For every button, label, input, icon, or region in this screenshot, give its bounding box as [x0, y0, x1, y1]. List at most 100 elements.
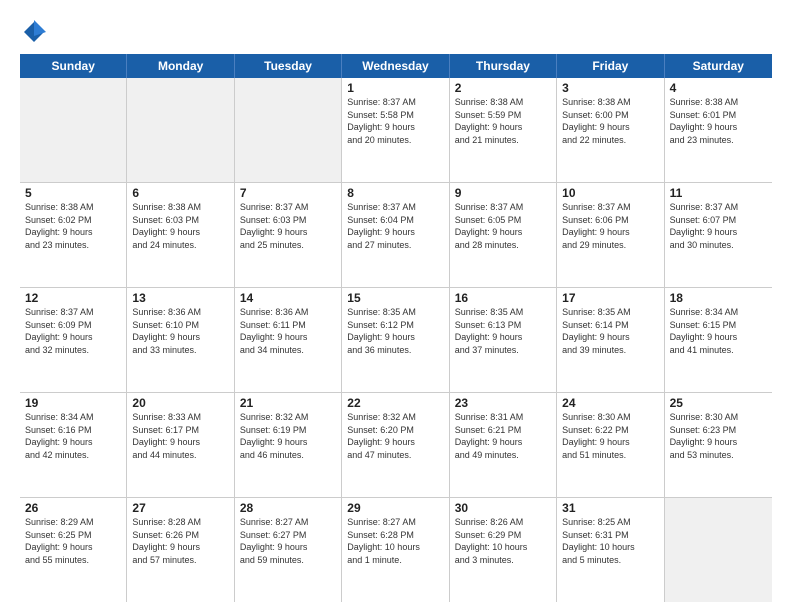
- calendar-header-row: SundayMondayTuesdayWednesdayThursdayFrid…: [20, 54, 772, 78]
- day-cell-22: 22Sunrise: 8:32 AM Sunset: 6:20 PM Dayli…: [342, 393, 449, 497]
- day-info: Sunrise: 8:33 AM Sunset: 6:17 PM Dayligh…: [132, 411, 228, 461]
- day-info: Sunrise: 8:38 AM Sunset: 5:59 PM Dayligh…: [455, 96, 551, 146]
- day-number: 2: [455, 81, 551, 95]
- day-number: 21: [240, 396, 336, 410]
- calendar-row-0: 1Sunrise: 8:37 AM Sunset: 5:58 PM Daylig…: [20, 78, 772, 183]
- day-number: 11: [670, 186, 767, 200]
- day-cell-23: 23Sunrise: 8:31 AM Sunset: 6:21 PM Dayli…: [450, 393, 557, 497]
- day-cell-16: 16Sunrise: 8:35 AM Sunset: 6:13 PM Dayli…: [450, 288, 557, 392]
- calendar-row-4: 26Sunrise: 8:29 AM Sunset: 6:25 PM Dayli…: [20, 498, 772, 602]
- day-cell-20: 20Sunrise: 8:33 AM Sunset: 6:17 PM Dayli…: [127, 393, 234, 497]
- day-info: Sunrise: 8:32 AM Sunset: 6:20 PM Dayligh…: [347, 411, 443, 461]
- header-day-monday: Monday: [127, 54, 234, 78]
- header: [20, 18, 772, 46]
- day-info: Sunrise: 8:37 AM Sunset: 6:03 PM Dayligh…: [240, 201, 336, 251]
- day-info: Sunrise: 8:34 AM Sunset: 6:15 PM Dayligh…: [670, 306, 767, 356]
- empty-cell-0-1: [127, 78, 234, 182]
- day-cell-14: 14Sunrise: 8:36 AM Sunset: 6:11 PM Dayli…: [235, 288, 342, 392]
- day-info: Sunrise: 8:26 AM Sunset: 6:29 PM Dayligh…: [455, 516, 551, 566]
- day-info: Sunrise: 8:38 AM Sunset: 6:03 PM Dayligh…: [132, 201, 228, 251]
- day-info: Sunrise: 8:38 AM Sunset: 6:01 PM Dayligh…: [670, 96, 767, 146]
- day-info: Sunrise: 8:37 AM Sunset: 6:06 PM Dayligh…: [562, 201, 658, 251]
- empty-cell-4-6: [665, 498, 772, 602]
- day-number: 16: [455, 291, 551, 305]
- calendar-row-3: 19Sunrise: 8:34 AM Sunset: 6:16 PM Dayli…: [20, 393, 772, 498]
- day-info: Sunrise: 8:38 AM Sunset: 6:02 PM Dayligh…: [25, 201, 121, 251]
- header-day-wednesday: Wednesday: [342, 54, 449, 78]
- day-info: Sunrise: 8:31 AM Sunset: 6:21 PM Dayligh…: [455, 411, 551, 461]
- day-number: 8: [347, 186, 443, 200]
- day-cell-18: 18Sunrise: 8:34 AM Sunset: 6:15 PM Dayli…: [665, 288, 772, 392]
- day-number: 10: [562, 186, 658, 200]
- day-cell-28: 28Sunrise: 8:27 AM Sunset: 6:27 PM Dayli…: [235, 498, 342, 602]
- day-info: Sunrise: 8:32 AM Sunset: 6:19 PM Dayligh…: [240, 411, 336, 461]
- calendar-row-2: 12Sunrise: 8:37 AM Sunset: 6:09 PM Dayli…: [20, 288, 772, 393]
- day-number: 30: [455, 501, 551, 515]
- day-info: Sunrise: 8:34 AM Sunset: 6:16 PM Dayligh…: [25, 411, 121, 461]
- logo: [20, 18, 52, 46]
- day-info: Sunrise: 8:30 AM Sunset: 6:23 PM Dayligh…: [670, 411, 767, 461]
- day-cell-1: 1Sunrise: 8:37 AM Sunset: 5:58 PM Daylig…: [342, 78, 449, 182]
- empty-cell-0-2: [235, 78, 342, 182]
- day-info: Sunrise: 8:35 AM Sunset: 6:13 PM Dayligh…: [455, 306, 551, 356]
- day-info: Sunrise: 8:36 AM Sunset: 6:10 PM Dayligh…: [132, 306, 228, 356]
- day-number: 20: [132, 396, 228, 410]
- day-number: 4: [670, 81, 767, 95]
- day-info: Sunrise: 8:27 AM Sunset: 6:27 PM Dayligh…: [240, 516, 336, 566]
- header-day-friday: Friday: [557, 54, 664, 78]
- day-cell-15: 15Sunrise: 8:35 AM Sunset: 6:12 PM Dayli…: [342, 288, 449, 392]
- day-number: 26: [25, 501, 121, 515]
- day-number: 5: [25, 186, 121, 200]
- day-number: 3: [562, 81, 658, 95]
- day-info: Sunrise: 8:37 AM Sunset: 6:07 PM Dayligh…: [670, 201, 767, 251]
- day-cell-30: 30Sunrise: 8:26 AM Sunset: 6:29 PM Dayli…: [450, 498, 557, 602]
- day-info: Sunrise: 8:30 AM Sunset: 6:22 PM Dayligh…: [562, 411, 658, 461]
- day-cell-4: 4Sunrise: 8:38 AM Sunset: 6:01 PM Daylig…: [665, 78, 772, 182]
- day-cell-13: 13Sunrise: 8:36 AM Sunset: 6:10 PM Dayli…: [127, 288, 234, 392]
- day-number: 22: [347, 396, 443, 410]
- day-cell-26: 26Sunrise: 8:29 AM Sunset: 6:25 PM Dayli…: [20, 498, 127, 602]
- day-cell-19: 19Sunrise: 8:34 AM Sunset: 6:16 PM Dayli…: [20, 393, 127, 497]
- day-info: Sunrise: 8:37 AM Sunset: 6:04 PM Dayligh…: [347, 201, 443, 251]
- day-cell-27: 27Sunrise: 8:28 AM Sunset: 6:26 PM Dayli…: [127, 498, 234, 602]
- day-number: 6: [132, 186, 228, 200]
- day-cell-17: 17Sunrise: 8:35 AM Sunset: 6:14 PM Dayli…: [557, 288, 664, 392]
- day-info: Sunrise: 8:25 AM Sunset: 6:31 PM Dayligh…: [562, 516, 658, 566]
- day-number: 12: [25, 291, 121, 305]
- day-cell-25: 25Sunrise: 8:30 AM Sunset: 6:23 PM Dayli…: [665, 393, 772, 497]
- day-info: Sunrise: 8:28 AM Sunset: 6:26 PM Dayligh…: [132, 516, 228, 566]
- day-number: 17: [562, 291, 658, 305]
- day-info: Sunrise: 8:35 AM Sunset: 6:12 PM Dayligh…: [347, 306, 443, 356]
- day-cell-8: 8Sunrise: 8:37 AM Sunset: 6:04 PM Daylig…: [342, 183, 449, 287]
- day-info: Sunrise: 8:29 AM Sunset: 6:25 PM Dayligh…: [25, 516, 121, 566]
- day-number: 19: [25, 396, 121, 410]
- day-cell-5: 5Sunrise: 8:38 AM Sunset: 6:02 PM Daylig…: [20, 183, 127, 287]
- day-cell-9: 9Sunrise: 8:37 AM Sunset: 6:05 PM Daylig…: [450, 183, 557, 287]
- day-cell-10: 10Sunrise: 8:37 AM Sunset: 6:06 PM Dayli…: [557, 183, 664, 287]
- logo-icon: [20, 18, 48, 46]
- header-day-tuesday: Tuesday: [235, 54, 342, 78]
- day-number: 31: [562, 501, 658, 515]
- day-info: Sunrise: 8:35 AM Sunset: 6:14 PM Dayligh…: [562, 306, 658, 356]
- day-info: Sunrise: 8:37 AM Sunset: 6:09 PM Dayligh…: [25, 306, 121, 356]
- header-day-saturday: Saturday: [665, 54, 772, 78]
- day-cell-2: 2Sunrise: 8:38 AM Sunset: 5:59 PM Daylig…: [450, 78, 557, 182]
- day-cell-7: 7Sunrise: 8:37 AM Sunset: 6:03 PM Daylig…: [235, 183, 342, 287]
- day-cell-29: 29Sunrise: 8:27 AM Sunset: 6:28 PM Dayli…: [342, 498, 449, 602]
- day-info: Sunrise: 8:38 AM Sunset: 6:00 PM Dayligh…: [562, 96, 658, 146]
- day-cell-3: 3Sunrise: 8:38 AM Sunset: 6:00 PM Daylig…: [557, 78, 664, 182]
- day-cell-12: 12Sunrise: 8:37 AM Sunset: 6:09 PM Dayli…: [20, 288, 127, 392]
- day-info: Sunrise: 8:36 AM Sunset: 6:11 PM Dayligh…: [240, 306, 336, 356]
- day-number: 1: [347, 81, 443, 95]
- day-number: 9: [455, 186, 551, 200]
- day-number: 14: [240, 291, 336, 305]
- day-number: 25: [670, 396, 767, 410]
- calendar-row-1: 5Sunrise: 8:38 AM Sunset: 6:02 PM Daylig…: [20, 183, 772, 288]
- day-number: 23: [455, 396, 551, 410]
- header-day-thursday: Thursday: [450, 54, 557, 78]
- day-number: 27: [132, 501, 228, 515]
- calendar-page: SundayMondayTuesdayWednesdayThursdayFrid…: [0, 0, 792, 612]
- calendar: SundayMondayTuesdayWednesdayThursdayFrid…: [20, 54, 772, 602]
- header-day-sunday: Sunday: [20, 54, 127, 78]
- calendar-body: 1Sunrise: 8:37 AM Sunset: 5:58 PM Daylig…: [20, 78, 772, 602]
